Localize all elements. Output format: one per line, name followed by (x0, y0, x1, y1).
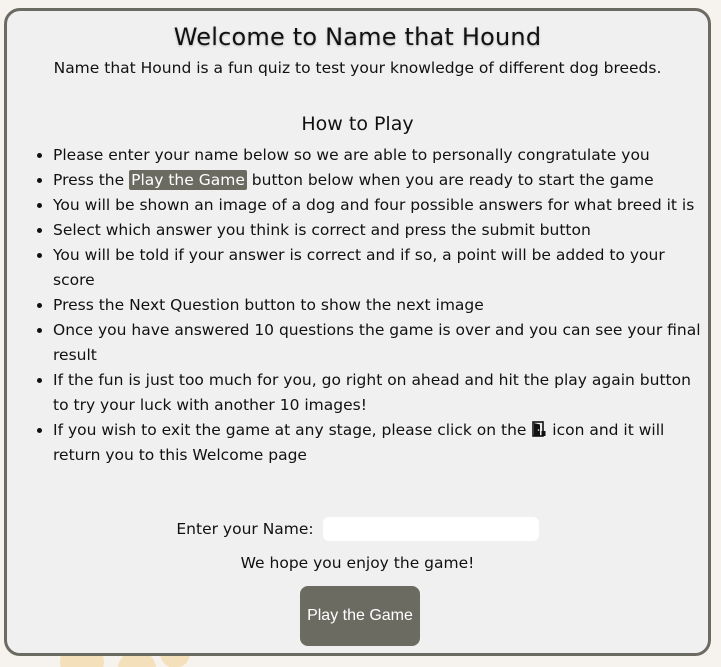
how-to-play-heading: How to Play (301, 113, 414, 135)
name-form: Enter your Name: (7, 517, 708, 541)
rule-item: You will be shown an image of a dog and … (53, 193, 705, 218)
rule-item: Press the Play the Game button below whe… (53, 168, 705, 193)
rule-item: If you wish to exit the game at any stag… (53, 418, 705, 468)
welcome-card: Welcome to Name that Hound Name that Hou… (4, 8, 711, 656)
name-label: Enter your Name: (176, 520, 314, 538)
enjoy-text: We hope you enjoy the game! (240, 554, 475, 572)
play-the-game-button[interactable]: Play the Game (300, 586, 420, 646)
rule-item: Once you have answered 10 questions the … (53, 318, 705, 368)
page-title: Welcome to Name that Hound (173, 23, 542, 51)
play-the-game-highlight: Play the Game (129, 170, 247, 190)
intro-text: Name that Hound is a fun quiz to test yo… (53, 59, 662, 77)
rule-item: If the fun is just too much for you, go … (53, 368, 705, 418)
door-open-icon (531, 420, 547, 437)
name-input[interactable] (322, 517, 539, 541)
rule-item: Select which answer you think is correct… (53, 218, 705, 243)
rule-item: Press the Next Question button to show t… (53, 293, 705, 318)
rules-list: Please enter your name below so we are a… (31, 143, 705, 468)
rule-item: Please enter your name below so we are a… (53, 143, 705, 168)
rule-item: You will be told if your answer is corre… (53, 243, 705, 293)
